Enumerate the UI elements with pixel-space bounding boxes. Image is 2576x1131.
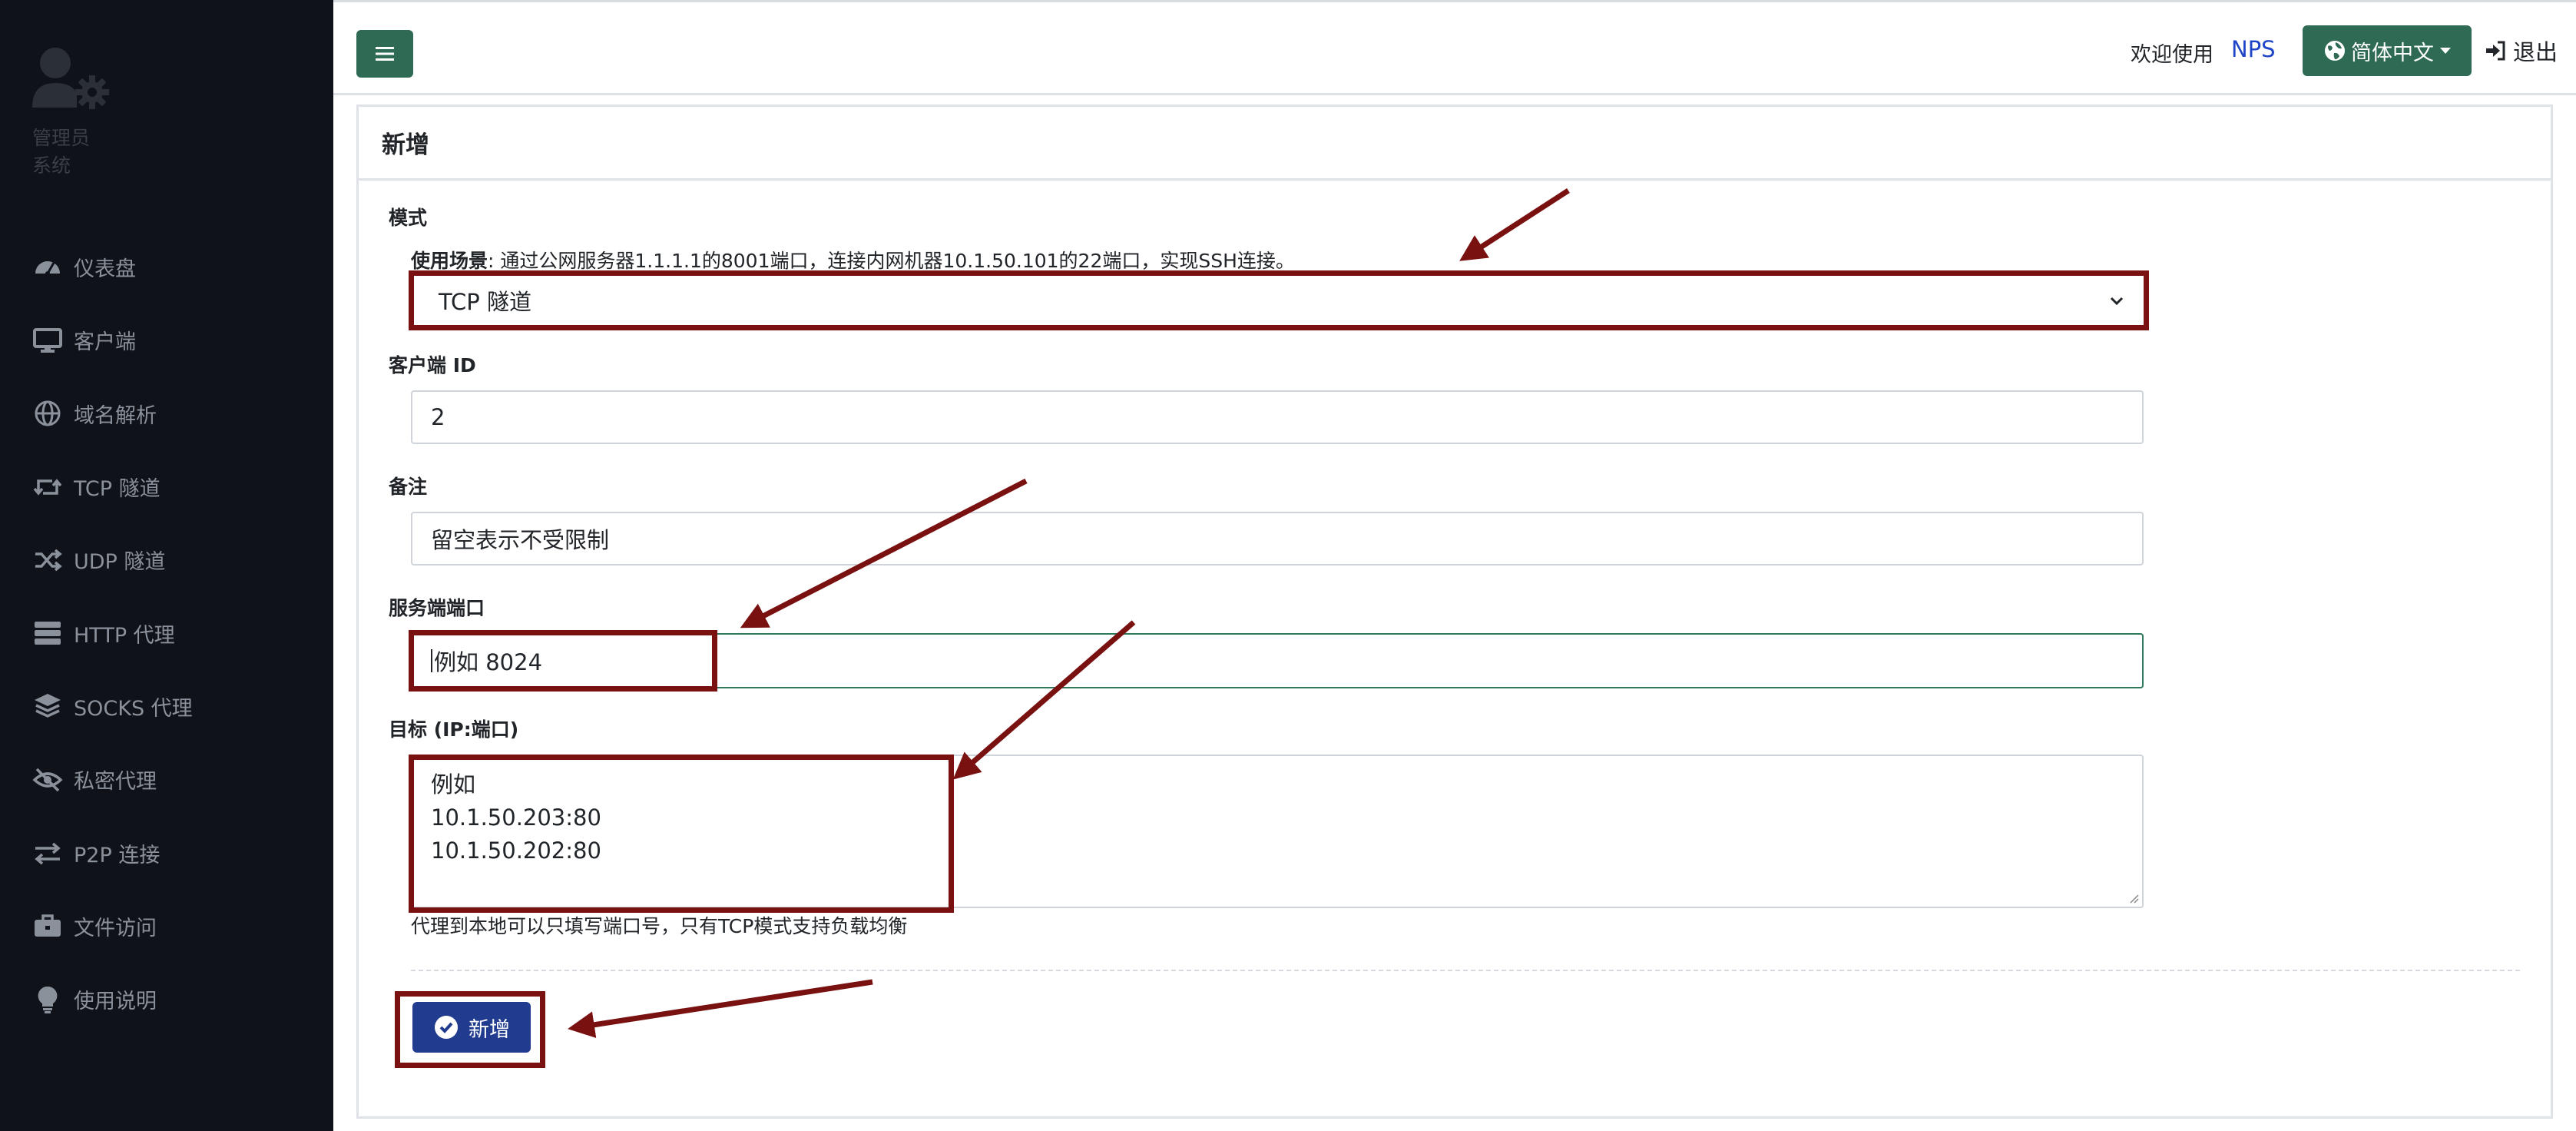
sidebar-item-http[interactable]: HTTP 代理 — [0, 596, 333, 669]
usage-prefix: 使用场景 — [411, 250, 488, 272]
sidebar-item-label: TCP 隧道 — [74, 477, 161, 502]
sidebar-item-label: UDP 隧道 — [74, 550, 166, 575]
logout-label: 退出 — [2513, 39, 2558, 65]
sidebar-item-label: P2P 连接 — [74, 843, 161, 867]
check-circle-icon — [435, 1016, 458, 1039]
card-title: 新增 — [359, 107, 2551, 181]
target-placeholder-line: 10.1.50.202:80 — [431, 837, 601, 864]
globe-icon — [2325, 41, 2345, 61]
sidebar-item-label: 客户端 — [74, 330, 136, 355]
sidebar-item-label: SOCKS 代理 — [74, 696, 193, 721]
sidebar-item-files[interactable]: 文件访问 — [0, 890, 333, 963]
server-port-input[interactable]: 例如 8024 — [411, 633, 2144, 688]
remark-label: 备注 — [389, 476, 428, 498]
sidebar-nav: 仪表盘 客户端 域名解析 TCP 隧道 UDP 隧道 HTTP 代理 SOCKS… — [0, 231, 333, 1036]
layers-icon — [32, 691, 63, 721]
target-placeholder-line: 例如 — [431, 771, 476, 798]
globe-icon — [32, 398, 63, 429]
client-id-value: 2 — [431, 404, 445, 430]
remark-input[interactable]: 留空表示不受限制 — [411, 512, 2144, 566]
sidebar-item-tcp[interactable]: TCP 隧道 — [0, 450, 333, 523]
brand-link[interactable]: NPS — [2231, 36, 2276, 62]
server-port-label: 服务端端口 — [389, 597, 485, 619]
sidebar-item-label: 文件访问 — [74, 916, 157, 940]
sidebar-item-label: 域名解析 — [74, 403, 157, 428]
logout-button[interactable]: 退出 — [2484, 35, 2558, 67]
language-label: 简体中文 — [2351, 41, 2434, 65]
sidebar-item-udp[interactable]: UDP 隧道 — [0, 523, 333, 596]
sidebar-item-clients[interactable]: 客户端 — [0, 303, 333, 376]
target-help: 代理到本地可以只填写端口号，只有TCP模式支持负载均衡 — [411, 915, 908, 937]
sidebar: 管理员 系统 仪表盘 客户端 域名解析 TCP 隧道 UDP 隧道 HTTP 代… — [0, 0, 333, 1131]
language-dropdown[interactable]: 简体中文 — [2303, 25, 2472, 76]
sidebar-item-label: 使用说明 — [74, 990, 157, 1014]
target-label: 目标 (IP:端口) — [389, 718, 519, 741]
eye-slash-icon — [32, 765, 63, 795]
shuffle-icon — [32, 545, 63, 575]
mode-select[interactable]: TCP 隧道 — [411, 274, 2147, 327]
submit-button[interactable]: 新增 — [412, 1002, 531, 1053]
target-textarea[interactable]: 例如 10.1.50.203:80 10.1.50.202:80 — [411, 755, 2144, 908]
form-divider — [411, 970, 2520, 971]
retweet-icon — [32, 472, 63, 502]
remark-placeholder: 留空表示不受限制 — [431, 527, 610, 553]
exchange-icon — [32, 837, 63, 868]
sidebar-item-label: 私密代理 — [74, 770, 157, 794]
client-id-input[interactable]: 2 — [411, 390, 2144, 444]
briefcase-icon — [32, 910, 63, 941]
client-id-label: 客户端 ID — [389, 354, 476, 376]
sidebar-item-domain[interactable]: 域名解析 — [0, 377, 333, 450]
sign-out-icon — [2486, 41, 2505, 61]
chevron-down-icon — [2440, 48, 2451, 54]
welcome-text: 欢迎使用 — [2131, 43, 2213, 67]
server-port-placeholder: 例如 8024 — [434, 649, 543, 675]
text-cursor — [431, 649, 432, 672]
sidebar-item-label: HTTP 代理 — [74, 623, 175, 648]
chevron-down-icon — [2110, 297, 2124, 306]
user-role: 管理员 — [32, 127, 91, 149]
user-system: 系统 — [32, 154, 71, 177]
sidebar-item-socks[interactable]: SOCKS 代理 — [0, 670, 333, 743]
lightbulb-icon — [32, 984, 63, 1015]
sidebar-item-secret[interactable]: 私密代理 — [0, 743, 333, 816]
monitor-icon — [32, 325, 63, 356]
dashboard-icon — [32, 252, 63, 283]
hamburger-icon — [376, 47, 394, 61]
submit-label: 新增 — [469, 1017, 510, 1042]
sidebar-item-dashboard[interactable]: 仪表盘 — [0, 231, 333, 303]
sidebar-item-help[interactable]: 使用说明 — [0, 963, 333, 1036]
target-placeholder-line: 10.1.50.203:80 — [431, 804, 601, 831]
mode-label: 模式 — [389, 207, 428, 229]
top-navbar: 欢迎使用 NPS 简体中文 退出 — [333, 0, 2576, 95]
usage-hint: 使用场景: 通过公网服务器1.1.1.1的8001端口，连接内网机器10.1.5… — [411, 246, 1295, 274]
resize-handle-icon[interactable] — [2127, 891, 2139, 904]
user-gear-icon — [32, 48, 109, 109]
sidebar-item-p2p[interactable]: P2P 连接 — [0, 816, 333, 889]
usage-text: : 通过公网服务器1.1.1.1的8001端口，连接内网机器10.1.50.10… — [488, 250, 1295, 272]
mode-select-value: TCP 隧道 — [439, 289, 531, 315]
sidebar-toggle-button[interactable] — [356, 30, 413, 78]
sidebar-item-label: 仪表盘 — [74, 257, 136, 282]
server-icon — [32, 618, 63, 648]
